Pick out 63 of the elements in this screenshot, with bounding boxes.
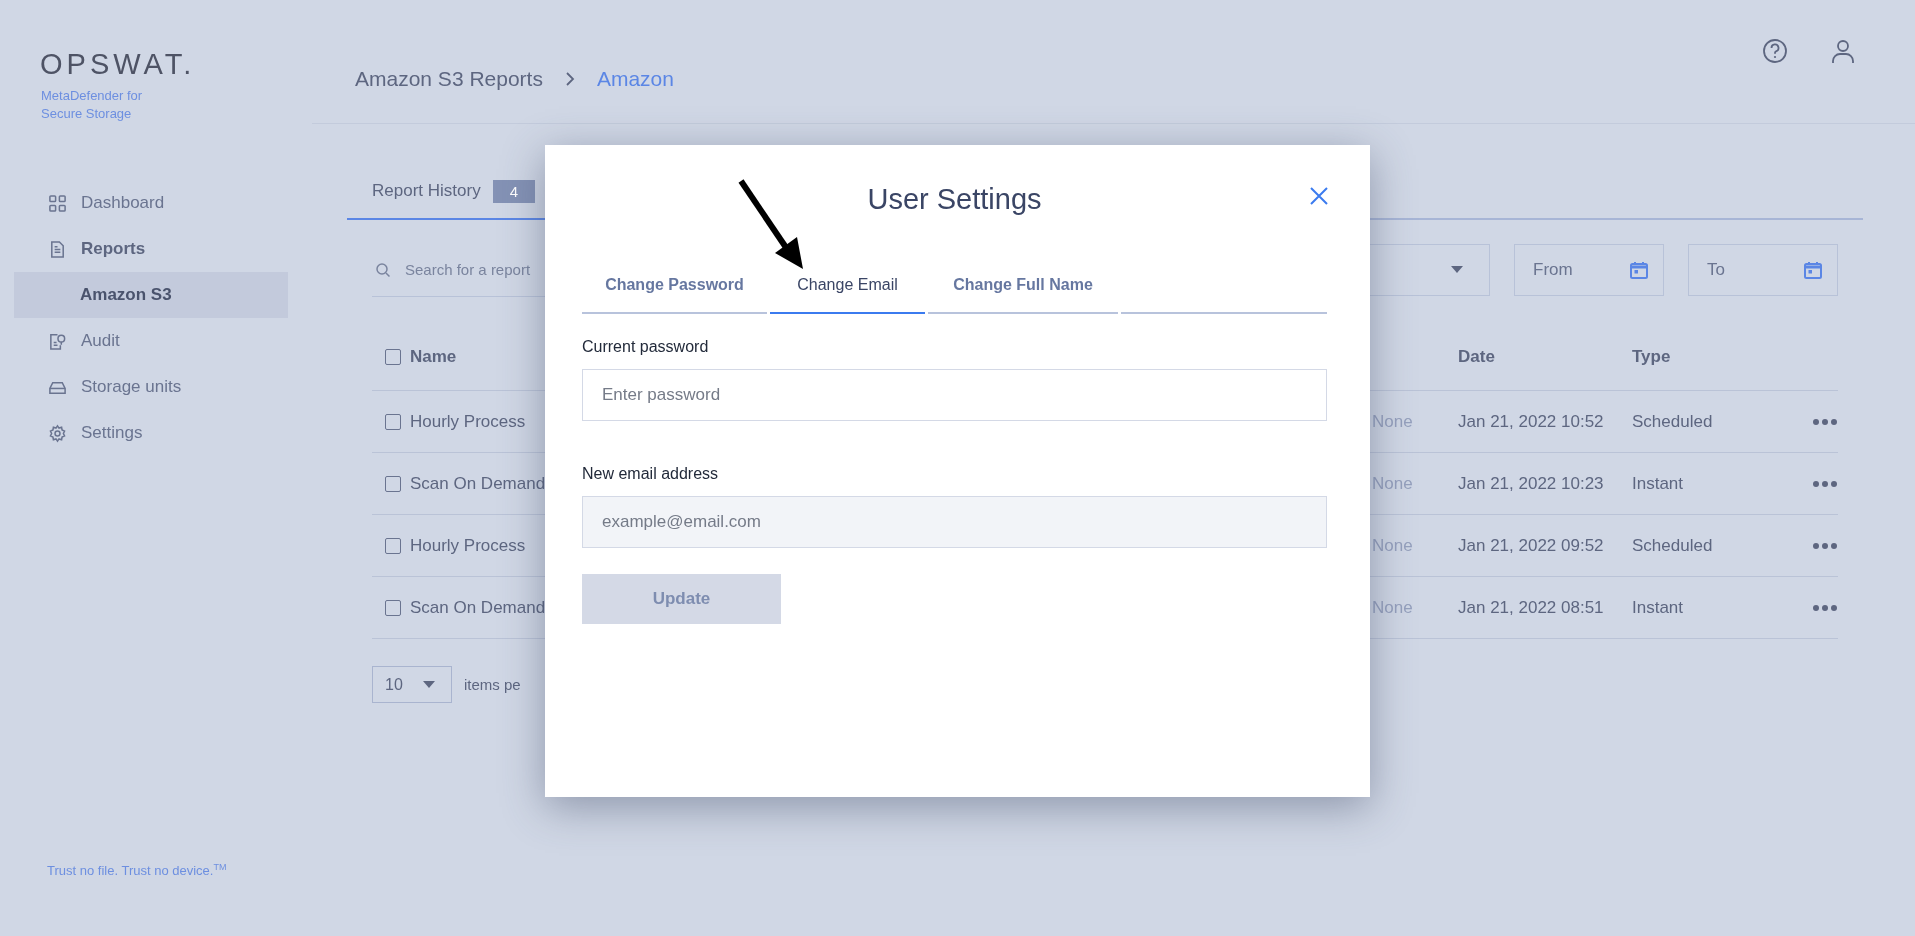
page-size-select[interactable]: 10 bbox=[372, 666, 452, 703]
table-cell: Hourly Process bbox=[410, 535, 526, 556]
tagline: Trust no file. Trust no device.$^{TM}$ bbox=[47, 861, 228, 878]
breadcrumb-link[interactable]: Amazon S3 Reports bbox=[355, 66, 543, 92]
table-cell-text: Jan 21, 2022 08:51 bbox=[1458, 597, 1605, 618]
user-icon[interactable] bbox=[1830, 38, 1856, 64]
more-icon[interactable] bbox=[1812, 479, 1838, 488]
checkbox[interactable] bbox=[385, 349, 401, 365]
checkbox[interactable] bbox=[385, 413, 401, 430]
table-cell: Scan On Demand bbox=[410, 473, 546, 494]
more-icon[interactable] bbox=[1812, 541, 1838, 550]
audit-icon bbox=[48, 331, 67, 351]
checkbox[interactable] bbox=[385, 475, 401, 492]
field-label: Current password bbox=[582, 338, 710, 356]
gear-icon bbox=[48, 423, 67, 443]
table-cell-text: None bbox=[1372, 535, 1414, 556]
input-field[interactable]: Enter password bbox=[582, 369, 1327, 421]
dialog-title: User Settings bbox=[867, 183, 1042, 216]
sidebar-item[interactable]: Settings bbox=[14, 410, 288, 456]
breadcrumb-link[interactable]: Amazon bbox=[596, 66, 674, 92]
table-cell-text: Instant bbox=[1632, 597, 1685, 618]
table-cell-text: Jan 21, 2022 09:52 bbox=[1458, 535, 1605, 556]
checkbox[interactable] bbox=[385, 599, 401, 616]
more-icon[interactable] bbox=[1812, 417, 1838, 426]
table-cell-text: Scheduled bbox=[1632, 535, 1714, 556]
caret-icon bbox=[423, 680, 435, 689]
checkbox[interactable] bbox=[385, 537, 401, 554]
date-field[interactable]: To bbox=[1688, 244, 1838, 296]
field-label: New email address bbox=[582, 465, 720, 483]
grid-icon bbox=[48, 193, 67, 213]
tab[interactable]: Change Full Name bbox=[928, 258, 1118, 314]
table-cell: Scan On Demand bbox=[410, 597, 546, 618]
more-icon[interactable] bbox=[1812, 603, 1838, 612]
caret-icon bbox=[1451, 266, 1463, 274]
table-cell-text: None bbox=[1372, 411, 1414, 432]
search-icon bbox=[375, 261, 391, 278]
column-header[interactable]: Type bbox=[1632, 347, 1782, 367]
sidebar-item[interactable]: Reports bbox=[14, 226, 288, 272]
calendar-icon[interactable] bbox=[1629, 260, 1649, 280]
table-cell-text: Instant bbox=[1632, 473, 1685, 494]
sidebar-item[interactable]: Storage units bbox=[14, 364, 288, 410]
document-icon bbox=[48, 239, 67, 259]
pagination-label: items pe bbox=[464, 676, 521, 693]
date-field[interactable]: From bbox=[1514, 244, 1664, 296]
sidebar-item[interactable]: Audit bbox=[14, 318, 288, 364]
sidebar-item[interactable]: Dashboard bbox=[14, 180, 288, 226]
product-name: Secure Storage bbox=[41, 105, 133, 123]
calendar-icon[interactable] bbox=[1803, 260, 1823, 280]
table-cell: Hourly Process bbox=[410, 411, 526, 432]
column-header[interactable]: Name bbox=[410, 347, 457, 367]
logo: OPSWAT. bbox=[40, 48, 197, 81]
table-cell-text: Jan 21, 2022 10:23 bbox=[1458, 473, 1605, 494]
tab[interactable]: Change Password bbox=[582, 258, 767, 314]
count-badge: 4 bbox=[492, 179, 535, 203]
product-name: MetaDefender for bbox=[41, 87, 144, 105]
column-header[interactable]: Date bbox=[1458, 347, 1632, 367]
sidebar-subitem[interactable]: Amazon S3 bbox=[14, 272, 288, 318]
table-cell-text: None bbox=[1372, 597, 1414, 618]
close-icon[interactable] bbox=[1308, 185, 1330, 207]
table-cell-text: Jan 21, 2022 10:52 bbox=[1458, 411, 1605, 432]
help-icon[interactable] bbox=[1762, 38, 1788, 64]
table-cell-text: Scheduled bbox=[1632, 411, 1714, 432]
table-cell-text: None bbox=[1372, 473, 1414, 494]
